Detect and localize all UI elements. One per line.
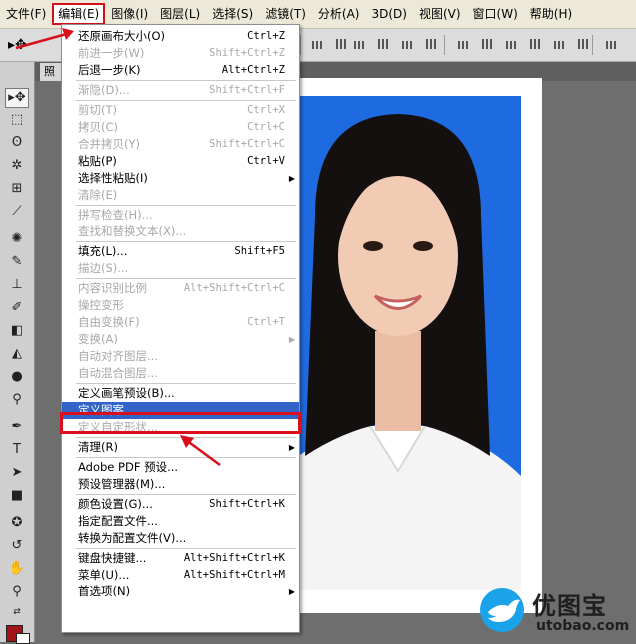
annotation-arrows <box>15 28 221 467</box>
watermark-url: utobao.com <box>536 618 630 634</box>
bird-logo-icon <box>480 588 524 632</box>
watermark-brand: 优图宝 <box>532 592 607 620</box>
watermark: 优图宝 utobao.com <box>478 582 636 642</box>
